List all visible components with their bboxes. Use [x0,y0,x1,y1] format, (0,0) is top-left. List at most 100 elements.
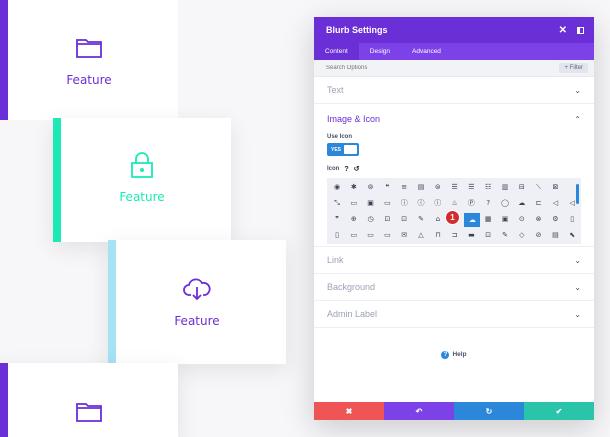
icon-option[interactable]: ❝ [380,181,394,193]
icon-option[interactable]: ◁ [565,197,579,209]
icon-option-selected[interactable]: ☁ [464,213,481,227]
search-bar: + Filter [314,60,594,77]
help-icon: ? [441,350,450,359]
icon-option[interactable]: ⊗ [532,213,546,225]
help-link[interactable]: ? Help [314,328,594,381]
icon-option[interactable]: ⤡ [330,197,344,209]
icon-option[interactable]: ⊙ [515,213,529,225]
feature-card-1: Feature [0,0,178,120]
icon-option[interactable]: ▤ [548,229,562,241]
icon-option[interactable]: ⊜ [431,181,445,193]
icon-option[interactable]: ⊐ [448,229,462,241]
icon-option[interactable]: ▭ [364,229,378,241]
section-text[interactable]: Text ⌄ [314,77,594,104]
icon-option[interactable]: ⊟ [515,181,529,193]
icon-option[interactable]: ⬉ [565,229,579,241]
use-icon-label: Use Icon [327,134,353,140]
icon-option[interactable]: △ [414,229,428,241]
icon-option[interactable]: ❞ [330,213,344,225]
discard-button[interactable]: ✖ [314,402,384,420]
icon-option[interactable]: ◇ [515,229,529,241]
icon-option[interactable]: ⚙ [548,213,562,225]
section-image-icon: Image & Icon ⌃ Use Icon YES Icon ? ↺ ◉ ✱ ⊚… [314,104,594,247]
icon-option[interactable]: ◁ [548,197,562,209]
card-label: Feature [66,73,112,87]
icon-option[interactable]: ⊏ [532,197,546,209]
icon-option[interactable]: ✎ [414,213,428,225]
icon-option[interactable]: ✉ [397,229,411,241]
section-background[interactable]: Background ⌄ [314,274,594,301]
icon-option[interactable]: Ⓟ [464,197,478,209]
icon-option[interactable]: ▭ [380,197,394,209]
icon-option[interactable]: ◯ [498,197,512,209]
card-label: Feature [119,190,165,204]
icon-option[interactable]: ⓘ [414,197,428,209]
redo-button[interactable]: ↻ [454,402,524,420]
icon-option[interactable]: ▣ [364,197,378,209]
close-icon[interactable]: ✕ [559,25,567,36]
tab-design[interactable]: Design [359,43,401,60]
icon-option[interactable]: ⊘ [532,229,546,241]
card-label: Feature [174,314,220,328]
icon-option[interactable]: ✎ [498,229,512,241]
reset-icon[interactable]: ↺ [354,165,360,173]
section-title: Admin Label [327,309,378,319]
icon-option[interactable]: ☰ [464,181,478,193]
icon-option[interactable]: ? [481,197,495,209]
icon-option[interactable]: ▣ [498,213,512,225]
use-icon-toggle[interactable]: YES [327,143,359,156]
help-icon[interactable]: ? [344,166,348,173]
feature-card-4 [0,363,178,437]
card-accent-bar [53,118,61,242]
icon-option[interactable]: ⓘ [397,197,411,209]
section-header[interactable]: Image & Icon ⌃ [314,104,594,134]
search-input[interactable] [326,65,560,71]
icon-option[interactable]: ⊚ [364,181,378,193]
icon-option[interactable]: ◷ [364,213,378,225]
icon-option[interactable]: ≡ [397,181,411,193]
card-accent-bar [108,240,116,364]
icon-option[interactable]: ▥ [498,181,512,193]
feature-card-3: Feature [108,240,286,364]
icon-option[interactable]: ▯ [330,229,344,241]
filter-button[interactable]: + Filter [559,63,588,73]
icon-option[interactable]: ⊡ [397,213,411,225]
icon-option[interactable]: ▯ [565,213,579,225]
icon-option[interactable]: ⟍ [532,181,546,193]
icon-option[interactable]: ⓘ [431,197,445,209]
help-label: Help [452,351,467,358]
feature-card-2: Feature [53,118,231,242]
icon-option[interactable]: ▤ [414,181,428,193]
section-title: Link [327,255,344,265]
icon-option[interactable]: ✱ [347,181,361,193]
icon-option[interactable]: ☰ [448,181,462,193]
section-link[interactable]: Link ⌄ [314,247,594,274]
lock-icon [125,150,159,180]
icon-option[interactable]: ◉ [330,181,344,193]
save-button[interactable]: ✔ [524,402,594,420]
icon-option[interactable]: ♨ [448,197,462,209]
section-title: Background [327,282,376,292]
panel-header: Blurb Settings ✕ [314,17,594,43]
undo-button[interactable]: ↶ [384,402,454,420]
chevron-down-icon: ⌄ [574,282,581,292]
icon-option[interactable]: ⌂ [431,213,445,225]
toggle-value: YES [331,146,342,153]
icon-option[interactable]: ☁ [515,197,529,209]
icon-option[interactable]: ⊠ [548,181,562,193]
icon-option[interactable]: ▬ [464,229,478,241]
tab-advanced[interactable]: Advanced [401,43,452,60]
tab-content[interactable]: Content [314,43,359,60]
icon-option[interactable]: ▦ [481,213,495,225]
icon-option[interactable]: ▭ [380,229,394,241]
icon-option[interactable]: ⊡ [481,229,495,241]
icon-option[interactable]: ⊓ [431,229,445,241]
sidebar-toggle-icon[interactable] [577,26,584,34]
icon-option[interactable]: ⊕ [347,213,361,225]
folder-icon [72,33,106,63]
icon-option[interactable]: ▭ [347,229,361,241]
section-admin-label[interactable]: Admin Label ⌄ [314,301,594,328]
icon-option[interactable]: ☷ [481,181,495,193]
icon-option[interactable]: ⊡ [380,213,394,225]
icon-option[interactable]: ▭ [347,197,361,209]
